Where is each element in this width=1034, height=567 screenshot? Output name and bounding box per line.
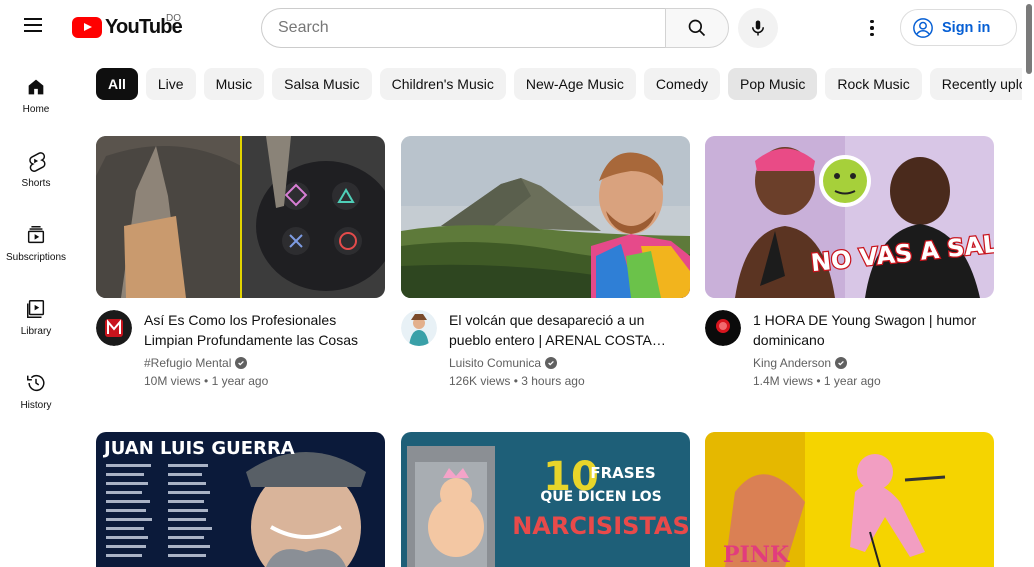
video-title[interactable]: 1 HORA DE Young Swagon | humor dominican… (753, 310, 994, 350)
voice-search-button[interactable] (738, 8, 778, 48)
chip-music[interactable]: Music (203, 68, 265, 100)
thumbnail-line2: QUE DICEN LOS (540, 489, 661, 505)
sidebar-item-home[interactable]: Home (0, 56, 72, 130)
video-card[interactable]: JUAN LUIS GUERRA (96, 432, 385, 567)
search-input[interactable] (261, 8, 666, 48)
sidebar-item-library[interactable]: Library (0, 278, 72, 352)
home-icon (28, 79, 44, 95)
chip-childrens-music[interactable]: Children's Music (379, 68, 506, 100)
chip-all[interactable]: All (96, 68, 138, 100)
sidebar-item-label: Subscriptions (5, 252, 67, 263)
thumbnail-overlay-text: JUAN LUIS GUERRA (102, 438, 295, 459)
sidebar-item-history[interactable]: History (0, 352, 72, 426)
upload-age: 1 year ago (823, 374, 881, 388)
video-card[interactable]: El volcán que desapareció a un pueblo en… (401, 136, 690, 388)
channel-name[interactable]: #Refugio Mental (144, 356, 231, 370)
settings-more-icon[interactable] (862, 16, 882, 40)
chip-salsa-music[interactable]: Salsa Music (272, 68, 372, 100)
thumbnail-line1: FRASES (590, 464, 655, 482)
history-icon (27, 375, 45, 392)
channel-name[interactable]: King Anderson (753, 356, 831, 370)
account-icon (913, 17, 933, 38)
verified-badge-icon (235, 357, 248, 369)
video-stats: 126K views • 3 hours ago (449, 374, 585, 388)
channel-avatar[interactable] (705, 310, 741, 346)
channel-name-row: Luisito Comunica (449, 356, 690, 370)
chip-rock-music[interactable]: Rock Music (825, 68, 922, 100)
upload-age: 3 hours ago (521, 374, 585, 388)
sidebar-item-subscriptions[interactable]: Subscriptions (0, 204, 72, 278)
sign-in-label: Sign in (942, 19, 991, 36)
youtube-play-icon (72, 17, 102, 38)
video-thumbnail[interactable] (96, 136, 385, 298)
video-thumbnail[interactable]: 10 FRASES QUE DICEN LOS NARCISISTAS (401, 432, 690, 567)
thumbnail-image: 10 FRASES QUE DICEN LOS NARCISISTAS (401, 432, 690, 567)
video-title[interactable]: El volcán que desapareció a un pueblo en… (449, 310, 690, 350)
sign-in-button[interactable]: Sign in (900, 9, 1017, 46)
thumbnail-image: PINK (705, 432, 994, 567)
chip-pop-music[interactable]: Pop Music (728, 68, 818, 100)
search-button[interactable] (665, 8, 729, 48)
thumbnail-image (401, 136, 690, 298)
channel-avatar[interactable] (401, 310, 437, 346)
mini-guide: Home Shorts Subscriptions Library Histor… (0, 56, 72, 426)
video-card[interactable]: 10 FRASES QUE DICEN LOS NARCISISTAS (401, 432, 690, 567)
channel-name[interactable]: Luisito Comunica (449, 356, 541, 370)
thumbnail-image (96, 136, 385, 298)
upload-age: 1 year ago (211, 374, 269, 388)
video-card[interactable]: Así Es Como los Profesionales Limpian Pr… (96, 136, 385, 388)
library-icon (27, 300, 45, 318)
thumbnail-image: NO VAS A SALIR (705, 136, 994, 298)
scrollbar-thumb[interactable] (1026, 4, 1032, 74)
video-card[interactable]: NO VAS A SALIR 1 HORA DE Young Swagon | … (705, 136, 994, 388)
view-count: 126K views (449, 374, 511, 388)
chip-comedy[interactable]: Comedy (643, 68, 721, 100)
channel-avatar[interactable] (96, 310, 132, 346)
sidebar-item-shorts[interactable]: Shorts (0, 130, 72, 204)
thumbnail-line3: NARCISISTAS (512, 512, 690, 540)
microphone-icon (752, 20, 764, 36)
menu-icon[interactable] (24, 18, 46, 36)
view-count: 1.4M views (753, 374, 814, 388)
sidebar-item-label: Library (20, 326, 52, 337)
thumbnail-image: JUAN LUIS GUERRA (96, 432, 385, 567)
chip-live[interactable]: Live (145, 68, 196, 100)
view-count: 10M views (144, 374, 201, 388)
video-card[interactable]: PINK (705, 432, 994, 567)
country-code: DO (166, 13, 181, 24)
shorts-icon (29, 152, 46, 172)
verified-badge-icon (835, 357, 848, 369)
channel-name-row: #Refugio Mental (144, 356, 385, 370)
verified-badge-icon (545, 357, 558, 369)
chip-recently-uploaded[interactable]: Recently uploaded (929, 68, 1022, 100)
chip-bar: All Live Music Salsa Music Children's Music N… (96, 68, 1022, 100)
thumbnail-overlay-text: PINK (723, 542, 790, 567)
sidebar-item-label: History (20, 400, 52, 411)
subscriptions-icon (27, 226, 45, 244)
page-scrollbar[interactable] (1024, 0, 1034, 567)
video-stats: 1.4M views • 1 year ago (753, 374, 881, 388)
video-thumbnail[interactable]: NO VAS A SALIR (705, 136, 994, 298)
channel-name-row: King Anderson (753, 356, 994, 370)
chip-new-age-music[interactable]: New-Age Music (513, 68, 636, 100)
video-thumbnail[interactable]: JUAN LUIS GUERRA (96, 432, 385, 567)
video-thumbnail[interactable] (401, 136, 690, 298)
masthead: YouTube DO Sign in (0, 0, 1034, 56)
video-title[interactable]: Así Es Como los Profesionales Limpian Pr… (144, 310, 385, 350)
video-stats: 10M views • 1 year ago (144, 374, 269, 388)
sidebar-item-label: Shorts (21, 178, 51, 189)
sidebar-item-label: Home (22, 104, 50, 115)
video-thumbnail[interactable]: PINK (705, 432, 994, 567)
search-icon (688, 19, 706, 37)
